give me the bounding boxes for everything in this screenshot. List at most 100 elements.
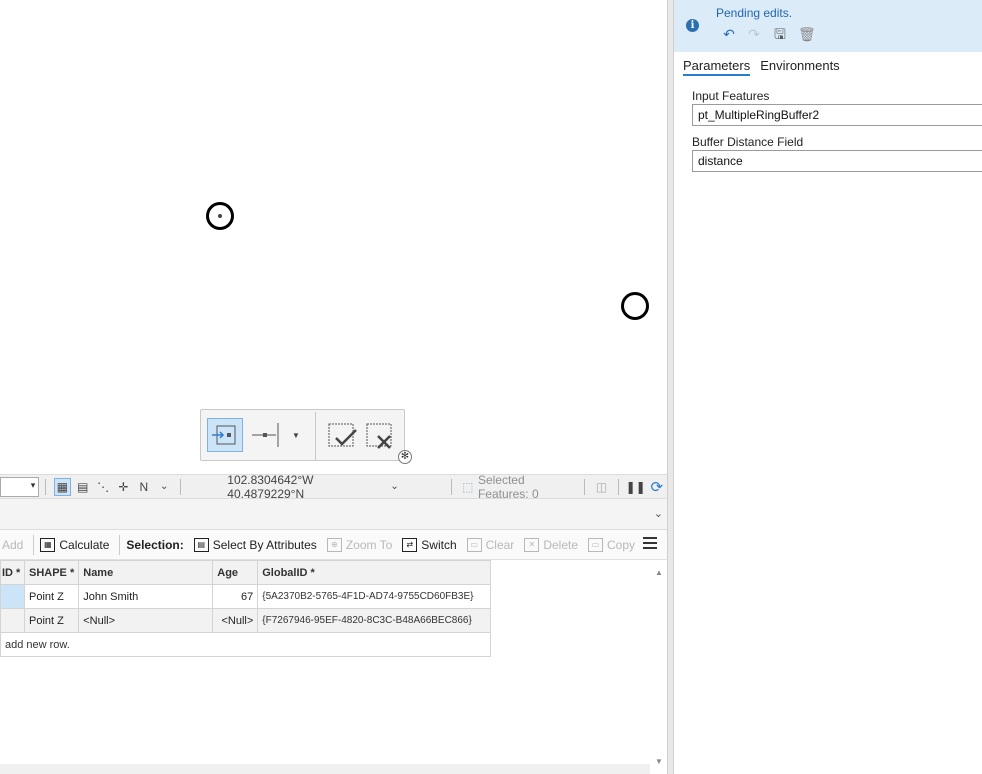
cell-shape[interactable]: Point Z bbox=[23, 584, 80, 609]
delete-icon: ✕ bbox=[524, 537, 540, 552]
edit-toolbar: ▼ ✻ bbox=[200, 409, 412, 464]
table-row[interactable]: Point Z <Null> <Null> {F7267946-95EF-482… bbox=[0, 608, 492, 633]
crosshair-icon[interactable]: ✛ bbox=[115, 478, 131, 496]
copy-icon: ▭ bbox=[588, 537, 603, 552]
discard-edits-icon[interactable]: 🗑 bbox=[798, 26, 816, 42]
calculator-icon: ▦ bbox=[40, 537, 56, 552]
scale-combo[interactable]: ▾ bbox=[0, 476, 40, 497]
table-header-row: ID * SHAPE * Name Age GlobalID * bbox=[0, 560, 492, 585]
refresh-pause-icon[interactable]: ◫ bbox=[593, 478, 609, 496]
discard-x-icon bbox=[366, 423, 392, 449]
point-feature[interactable] bbox=[206, 202, 234, 230]
undo-icon[interactable]: ↶ bbox=[721, 26, 737, 42]
selection-label: Selection: bbox=[126, 537, 184, 552]
table-tab-strip: ⌄ bbox=[0, 498, 667, 530]
cell-age[interactable]: 67 bbox=[212, 584, 259, 609]
calculate-button[interactable]: ▦ Calculate bbox=[40, 537, 110, 552]
buffer-distance-label: Buffer Distance Field bbox=[692, 135, 804, 149]
zoom-to-icon: ⊕ bbox=[326, 537, 342, 552]
redo-icon[interactable]: ↷ bbox=[746, 26, 762, 42]
zoom-to-button[interactable]: ⊕ Zoom To bbox=[326, 537, 393, 552]
input-features-field[interactable]: pt_MultipleRingBuffer2 bbox=[692, 104, 982, 126]
selected-features-count: Selected Features: 0 bbox=[477, 472, 539, 501]
map-status-bar: ▾ ▦ ▤ ⋱ ✛ N ⌄ 102.8304642°W 40.4879229°N… bbox=[0, 472, 667, 501]
scroll-down-icon[interactable]: ▼ bbox=[654, 757, 664, 766]
horizontal-scrollbar[interactable] bbox=[0, 764, 650, 774]
finish-check-icon bbox=[328, 423, 357, 447]
clear-button[interactable]: ▭ Clear bbox=[466, 537, 515, 552]
buffer-distance-field[interactable]: distance bbox=[692, 150, 982, 172]
finish-button[interactable] bbox=[325, 418, 359, 452]
column-header-shape[interactable]: SHAPE * bbox=[23, 560, 80, 585]
save-edits-icon[interactable]: 🖫 bbox=[772, 26, 788, 42]
column-header-id[interactable]: ID * bbox=[0, 560, 25, 585]
pause-icon[interactable]: ❚❚ bbox=[626, 478, 646, 496]
column-header-globalid[interactable]: GlobalID * bbox=[257, 560, 492, 585]
delete-label: Delete bbox=[543, 537, 578, 552]
clear-label: Clear bbox=[485, 537, 515, 552]
switch-selection-icon: ⇄ bbox=[402, 537, 418, 552]
add-label: Add bbox=[2, 537, 24, 552]
snapping-icon[interactable]: ⋱ bbox=[95, 478, 111, 496]
discard-button[interactable] bbox=[363, 418, 397, 452]
message-banner: i Pending edits. ↶ ↷ 🖫 🗑 bbox=[674, 0, 982, 52]
copy-label: Copy bbox=[607, 537, 636, 552]
selection-icon: ⬚ bbox=[462, 479, 474, 494]
add-row-hint-row[interactable]: add new row. bbox=[0, 632, 492, 657]
select-by-attributes-icon: ▤ bbox=[193, 537, 209, 552]
gear-icon[interactable]: ✻ bbox=[398, 450, 412, 464]
segment-dropdown[interactable]: ▼ bbox=[289, 418, 303, 452]
geoprocessing-pane: i Pending edits. ↶ ↷ 🖫 🗑 Parameters Envi… bbox=[674, 0, 982, 774]
select-by-attributes-label: Select By Attributes bbox=[212, 537, 317, 552]
table-menu-icon[interactable] bbox=[643, 537, 657, 552]
info-icon: i bbox=[686, 19, 699, 32]
table-row[interactable]: Point Z John Smith 67 {5A2370B2-5765-4F1… bbox=[0, 584, 492, 609]
chevron-down-icon[interactable]: ⌄ bbox=[654, 507, 663, 520]
column-header-name[interactable]: Name bbox=[78, 560, 214, 585]
delete-button[interactable]: ✕ Delete bbox=[524, 537, 578, 552]
cell-shape[interactable]: Point Z bbox=[23, 608, 80, 633]
point-feature[interactable] bbox=[621, 292, 649, 320]
chevron-down-icon: ▾ bbox=[30, 479, 36, 490]
cell-globalid[interactable]: {5A2370B2-5765-4F1D-AD74-9755CD60FB3E} bbox=[257, 584, 492, 609]
column-header-age[interactable]: Age bbox=[212, 560, 259, 585]
north-arrow-icon[interactable]: N bbox=[136, 478, 152, 496]
chevron-down-icon: ▼ bbox=[292, 430, 300, 440]
copy-button[interactable]: ▭ Copy bbox=[588, 537, 636, 552]
line-segment-button[interactable] bbox=[249, 418, 285, 452]
table-grid-icon[interactable]: ▤ bbox=[75, 478, 91, 496]
cell-name[interactable]: <Null> bbox=[78, 608, 214, 633]
add-row-hint[interactable]: add new row. bbox=[0, 632, 492, 657]
vertex-point-button[interactable] bbox=[207, 418, 243, 452]
input-features-label: Input Features bbox=[692, 89, 770, 103]
pane-tabs: Parameters Environments bbox=[683, 58, 850, 76]
select-by-attributes-button[interactable]: ▤ Select By Attributes bbox=[193, 537, 317, 552]
coordinate-format-dropdown[interactable]: ⌄ bbox=[386, 478, 402, 496]
table-toolbar: Add ▦ Calculate Selection: ▤ Select By Att… bbox=[0, 530, 667, 560]
pane-splitter[interactable] bbox=[667, 0, 674, 774]
chevron-down-icon[interactable]: ⌄ bbox=[156, 478, 172, 496]
scroll-up-icon[interactable]: ▲ bbox=[654, 568, 664, 577]
zoom-to-label: Zoom To bbox=[345, 537, 393, 552]
map-view[interactable]: ▼ ✻ bbox=[0, 0, 667, 474]
coordinate-readout: 102.8304642°W 40.4879229°N bbox=[227, 472, 314, 501]
point-snap-icon bbox=[212, 425, 236, 445]
calculate-label: Calculate bbox=[59, 537, 110, 552]
clear-selection-icon: ▭ bbox=[466, 537, 482, 552]
tab-parameters[interactable]: Parameters bbox=[683, 58, 751, 76]
tab-environments[interactable]: Environments bbox=[760, 58, 839, 76]
attribute-table: ID * SHAPE * Name Age GlobalID * Point Z… bbox=[0, 560, 667, 774]
cell-age[interactable]: <Null> bbox=[212, 608, 259, 633]
pending-edits-message: Pending edits. bbox=[716, 6, 793, 20]
line-segment-icon bbox=[252, 423, 279, 447]
vertical-scrollbar[interactable]: ▲ ▼ bbox=[654, 568, 664, 768]
switch-button[interactable]: ⇄ Switch bbox=[402, 537, 457, 552]
refresh-icon[interactable]: ⟳ bbox=[649, 478, 665, 496]
switch-label: Switch bbox=[421, 537, 457, 552]
row-selector[interactable] bbox=[0, 584, 25, 609]
add-field-button[interactable]: Add bbox=[2, 538, 23, 552]
cell-globalid[interactable]: {F7267946-95EF-4820-8C3C-B48A66BEC866} bbox=[257, 608, 492, 633]
grid-snap-icon[interactable]: ▦ bbox=[54, 477, 71, 496]
row-selector[interactable] bbox=[0, 608, 25, 633]
cell-name[interactable]: John Smith bbox=[78, 584, 214, 609]
